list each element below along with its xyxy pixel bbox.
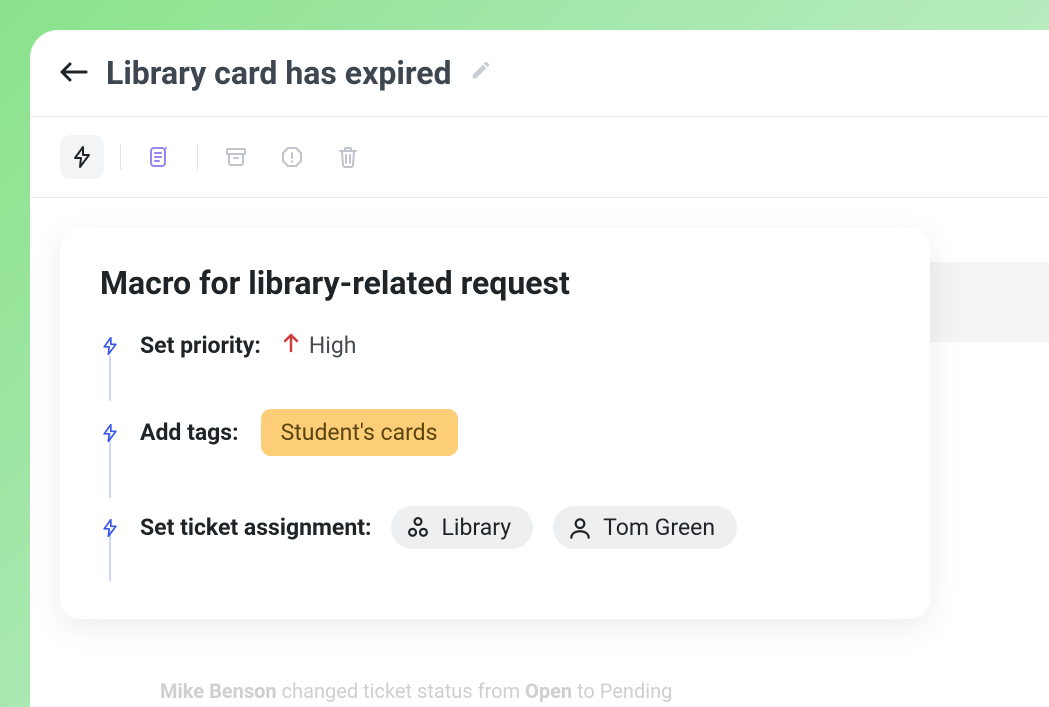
macro-card: Macro for library-related request Set pr…: [60, 228, 930, 619]
priority-value: High: [283, 332, 357, 359]
group-icon: [405, 515, 431, 541]
group-chip-label: Library: [441, 514, 511, 541]
priority-label: Set priority:: [140, 332, 261, 359]
bolt-icon: [100, 423, 120, 443]
activity-text: to: [572, 679, 600, 703]
bolt-icon: [100, 336, 120, 356]
page-title: Library card has expired: [106, 54, 452, 92]
tag-pill[interactable]: Student's cards: [261, 409, 458, 456]
activity-log-entry: Mike Benson changed ticket status from O…: [160, 679, 672, 703]
ticket-panel: Library card has expired: [30, 30, 1049, 707]
trash-toolbar-button[interactable]: [326, 135, 370, 179]
person-chip[interactable]: Tom Green: [553, 506, 737, 549]
macro-toolbar-button[interactable]: [60, 135, 104, 179]
back-arrow-icon[interactable]: [60, 59, 88, 87]
macro-step-assignment: Set ticket assignment: Library: [100, 506, 890, 579]
tags-label: Add tags:: [140, 419, 239, 446]
header: Library card has expired: [30, 54, 1049, 117]
notes-toolbar-button[interactable]: [137, 135, 181, 179]
toolbar-divider: [120, 144, 121, 170]
bolt-icon: [100, 518, 120, 538]
spam-toolbar-button[interactable]: [270, 135, 314, 179]
activity-text: changed ticket status from: [277, 679, 525, 703]
macro-title: Macro for library-related request: [100, 264, 890, 302]
assignment-label: Set ticket assignment:: [140, 514, 371, 541]
arrow-up-icon: [283, 333, 299, 359]
person-chip-label: Tom Green: [603, 514, 715, 541]
activity-to-status: Pending: [600, 679, 673, 703]
pencil-icon[interactable]: [470, 59, 492, 87]
toolbar-divider: [197, 144, 198, 170]
person-icon: [567, 515, 593, 541]
body-area: Macro for library-related request Set pr…: [30, 198, 1049, 649]
activity-from-status: Open: [525, 679, 572, 703]
archive-toolbar-button[interactable]: [214, 135, 258, 179]
priority-text: High: [309, 332, 357, 359]
macro-step-priority: Set priority: High: [100, 332, 890, 409]
macro-step-tags: Add tags: Student's cards: [100, 409, 890, 506]
toolbar: [30, 117, 1049, 198]
group-chip[interactable]: Library: [391, 506, 533, 549]
activity-actor: Mike Benson: [160, 679, 277, 703]
connector-line: [109, 356, 111, 401]
